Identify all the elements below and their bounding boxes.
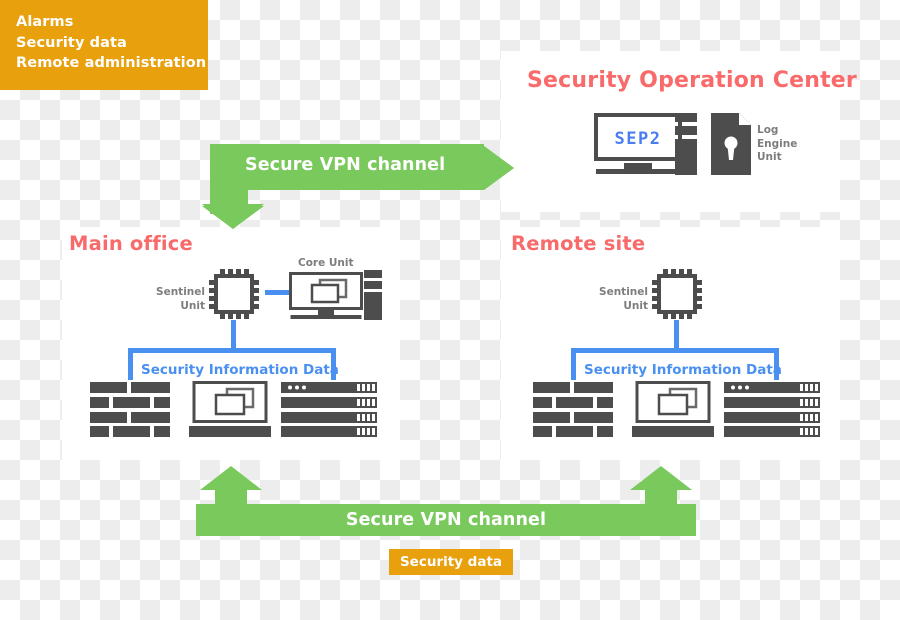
tower-slot-1 — [364, 270, 382, 278]
sentinel-label-line-2: Unit — [180, 299, 205, 312]
bracket-stem — [674, 320, 679, 350]
arrow-vertical-bar — [210, 144, 248, 206]
bracket-stem — [231, 320, 236, 350]
soc-monitor-screen-text: SEP2 — [615, 129, 662, 149]
rack-unit-1 — [724, 382, 820, 393]
document-folded-corner — [739, 113, 751, 125]
tower-slot-1 — [675, 113, 697, 122]
log-engine-unit-line-1: Log — [757, 124, 779, 136]
chip-body — [214, 274, 254, 314]
sentinel-core-connector-line — [265, 290, 291, 295]
remote-site-title: Remote site — [511, 232, 646, 255]
info-line-remote-admin: Remote administration — [16, 55, 207, 71]
secure-vpn-channel-top-label: Secure VPN channel — [245, 155, 446, 175]
bracket-top-bar — [571, 348, 779, 353]
rack-unit-1 — [281, 382, 377, 393]
remote-firewall-icon — [533, 382, 613, 437]
rack-unit-3 — [281, 412, 377, 423]
security-operation-center-title: Security Operation Center — [527, 68, 857, 93]
main-sentinel-chip-icon — [209, 269, 259, 319]
log-engine-unit-line-3: Unit — [757, 151, 782, 163]
monitor-base — [596, 169, 680, 174]
soc-monitor-icon: SEP2 — [594, 113, 682, 174]
workstation-base — [189, 426, 271, 437]
sentinel-label-line-2: Unit — [623, 299, 648, 312]
remote-server-rack-icon — [724, 382, 820, 437]
tower-slot-2 — [675, 126, 697, 135]
info-line-security-data: Security data — [16, 34, 127, 51]
tower-body — [364, 292, 382, 320]
rack-unit-2 — [724, 397, 820, 408]
core-unit-server-tower-icon — [364, 270, 382, 320]
core-monitor-base — [290, 315, 362, 319]
alarms-info-box: Alarms Security data Remote administrati… — [0, 0, 208, 90]
workstation-base — [632, 426, 714, 437]
soc-log-document-icon — [711, 113, 751, 175]
arrow-head-right — [484, 146, 514, 190]
tower-slot-2 — [364, 281, 382, 289]
arrow-head-down — [202, 204, 264, 229]
info-line-alarms: Alarms — [16, 14, 74, 30]
main-sentinel-unit-label: Sentinel Unit — [155, 286, 205, 313]
core-unit-monitor-icon — [289, 272, 363, 319]
sentinel-label-line-1: Sentinel — [599, 286, 648, 298]
core-monitor-stand — [318, 310, 334, 315]
sentinel-label-line-1: Sentinel — [156, 286, 205, 298]
soc-server-tower-icon — [675, 113, 697, 175]
rack-unit-3 — [724, 412, 820, 423]
log-engine-unit-line-2: Engine — [757, 137, 798, 150]
rack-unit-4 — [281, 426, 377, 437]
remote-sentinel-chip-icon — [652, 269, 702, 319]
workstation-window-front — [657, 393, 689, 416]
main-server-rack-icon — [281, 382, 377, 437]
bracket-left-leg — [128, 348, 133, 380]
bracket-left-leg — [571, 348, 576, 380]
rack-unit-4 — [724, 426, 820, 437]
bracket-top-bar — [128, 348, 336, 353]
workstation-window-front — [214, 393, 246, 416]
core-window-front — [310, 283, 340, 304]
tower-body — [675, 139, 697, 175]
secure-vpn-channel-bottom-label: Secure VPN channel — [345, 510, 547, 530]
main-firewall-icon — [90, 382, 170, 437]
main-security-information-data-label: Security Information Data — [141, 362, 339, 378]
core-unit-label: Core Unit — [298, 257, 354, 269]
rack-unit-2 — [281, 397, 377, 408]
remote-security-information-data-label: Security Information Data — [584, 362, 782, 378]
remote-workstation-icon — [632, 381, 714, 437]
remote-sentinel-unit-label: Sentinel Unit — [598, 286, 648, 313]
security-data-badge: Security data — [389, 549, 513, 575]
log-engine-unit-label: Log Engine Unit — [757, 124, 797, 165]
chip-body — [657, 274, 697, 314]
main-workstation-icon — [189, 381, 271, 437]
main-office-title: Main office — [69, 232, 193, 255]
